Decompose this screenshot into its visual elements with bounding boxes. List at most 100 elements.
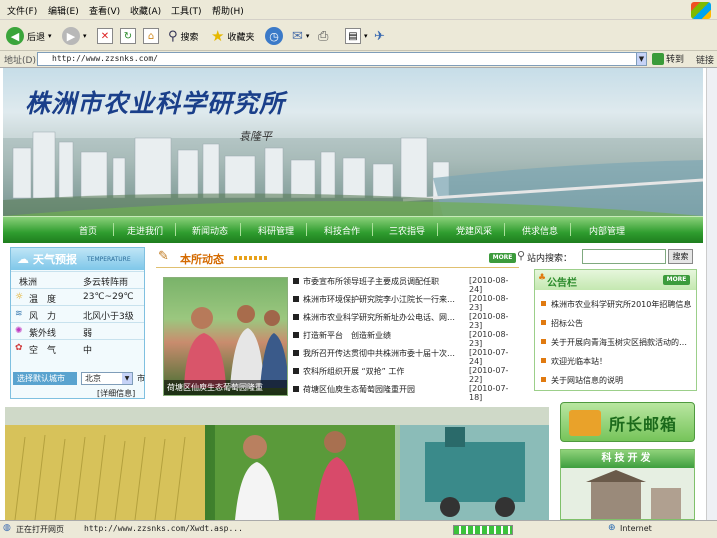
refresh-button[interactable]: ↻ — [120, 25, 136, 47]
news-photo-caption: 荷塘区仙庾生态葡萄园隆重 — [164, 380, 287, 395]
print-button[interactable]: ⎙ — [318, 25, 328, 47]
site-search-input[interactable] — [582, 249, 666, 264]
nav-supply[interactable]: 供求信息 — [522, 224, 558, 237]
news-item[interactable]: 我所召开传达贯彻中共株洲市委十届十次… [2010-07-24] — [293, 346, 520, 366]
links-button[interactable]: 链接 — [696, 53, 714, 66]
search-button[interactable]: ⚲ 搜索 — [168, 25, 199, 47]
menu-favorites[interactable]: 收藏(A) — [130, 4, 161, 17]
favorites-button[interactable]: ★ 收藏夹 — [211, 25, 254, 47]
director-mailbox-button[interactable]: 所长邮箱 — [560, 402, 695, 442]
forward-button[interactable]: ▶ ▾ — [62, 25, 87, 47]
nav-about[interactable]: 走进我们 — [127, 224, 163, 237]
nav-internal[interactable]: 内部管理 — [589, 224, 625, 237]
news-photo[interactable]: 荷塘区仙庾生态葡萄园隆重 — [163, 277, 288, 396]
farm-photo-image — [5, 407, 549, 520]
address-input[interactable]: http://www.zzsnks.com/ — [37, 52, 647, 66]
address-label: 地址(D) — [4, 56, 36, 66]
back-button[interactable]: ◀ 后退 ▾ — [6, 25, 52, 47]
news-more-button[interactable]: MORE — [489, 253, 516, 263]
weather-row: ✿ 空 气 中 — [11, 339, 144, 356]
nav-cooperation[interactable]: 科技合作 — [324, 224, 360, 237]
vertical-scrollbar[interactable] — [706, 68, 717, 520]
history-icon: ◷ — [265, 27, 283, 45]
notice-title: 公告栏 — [547, 278, 577, 289]
signature: 袁隆平 — [239, 130, 272, 143]
history-button[interactable]: ◷ — [265, 25, 283, 47]
tech-development-panel: 科技开发 — [560, 449, 695, 520]
nav-research[interactable]: 科研管理 — [258, 224, 294, 237]
notice-item[interactable]: 关于开展向青海玉树灾区捐款活动的… — [541, 334, 696, 351]
nav-party[interactable]: 党建风采 — [456, 224, 492, 237]
document-icon: ▤ — [345, 28, 361, 44]
bullet-icon — [541, 377, 546, 382]
news-item[interactable]: 市委宣布所领导班子主要成员调配任职 [2010-08-24] — [293, 274, 520, 294]
weather-condition: 多云转阵雨 — [83, 278, 129, 288]
site-banner: 株洲市农业科学研究所 袁隆平 — [3, 68, 703, 216]
back-arrow-icon: ◀ — [6, 27, 24, 45]
weather-detail-link[interactable]: [详细信息] — [97, 388, 135, 399]
stop-icon: ✕ — [97, 28, 113, 44]
people-photo-image — [184, 305, 287, 388]
bullet-icon — [293, 296, 299, 302]
search-icon: ⚲ — [517, 249, 526, 262]
menu-view[interactable]: 查看(V) — [89, 4, 120, 17]
weather-row: ☼ 温 度 23℃~29℃ — [11, 288, 144, 305]
sun-icon: ☼ — [15, 292, 24, 302]
status-text: 正在打开网页 — [16, 525, 64, 534]
pen-icon: ✎ — [158, 249, 169, 264]
notice-board: ♣ 公告栏 MORE 株洲市农业科学研究所2010年招聘信息 招标公告 关于开展… — [534, 269, 697, 391]
weather-row: ≋ 风 力 北风小于3级 — [11, 305, 144, 322]
building-photo-image — [561, 468, 694, 519]
menu-bar: 文件(F) 编辑(E) 查看(V) 收藏(A) 工具(T) 帮助(H) — [0, 0, 717, 20]
notice-item[interactable]: 关于网站信息的说明 — [541, 372, 696, 389]
bullet-icon — [541, 339, 546, 344]
edit-button[interactable]: ▤ ▾ — [345, 25, 368, 47]
feature-photo[interactable] — [5, 407, 549, 520]
uv-icon: ✺ — [15, 326, 23, 336]
site-search-button[interactable]: 搜索 — [668, 249, 693, 264]
weather-title: 天气预报 — [33, 253, 77, 266]
site-title: 株洲市农业科学研究所 — [25, 89, 286, 118]
nav-home[interactable]: 首页 — [79, 224, 97, 237]
messenger-button[interactable]: ✈ — [374, 25, 385, 47]
notice-item[interactable]: 欢迎光临本站！ — [541, 353, 696, 370]
notice-more-button[interactable]: MORE — [663, 275, 690, 285]
site-search-label: 站内搜索： — [527, 254, 573, 264]
home-button[interactable]: ⌂ — [143, 25, 159, 47]
news-item[interactable]: 株洲市农业科学研究所新址办公电话、网… [2010-08-23] — [293, 310, 520, 330]
menu-edit[interactable]: 编辑(E) — [48, 4, 79, 17]
weather-panel: ☁ 天气预报 TEMPERATURE 株洲 多云转阵雨 ☼ 温 度 23℃~29… — [10, 247, 145, 399]
menu-file[interactable]: 文件(F) — [7, 4, 37, 17]
nav-news[interactable]: 新闻动态 — [192, 224, 228, 237]
weather-title-en: TEMPERATURE — [87, 255, 131, 263]
go-arrow-icon — [652, 52, 664, 65]
weather-city-row: 株洲 多云转阵雨 — [11, 271, 144, 288]
stop-button[interactable]: ✕ — [97, 25, 113, 47]
notice-item[interactable]: 株洲市农业科学研究所2010年招聘信息 — [541, 296, 696, 313]
news-item[interactable]: 打造新平台 创造新业绩 [2010-08-23] — [293, 328, 520, 348]
wind-icon: ≋ — [15, 309, 23, 319]
loading-progress — [453, 525, 513, 535]
mail-button[interactable]: ✉ ▾ — [292, 25, 309, 47]
main-nav: 首页 走进我们 新闻动态 科研管理 科技合作 三农指导 党建风采 供求信息 内部… — [3, 216, 703, 243]
chevron-down-icon: ▼ — [122, 373, 132, 384]
news-item[interactable]: 农科所组织开展 “双抢” 工作 [2010-07-22] — [293, 364, 520, 384]
go-button[interactable]: 转到 — [652, 52, 684, 65]
forward-arrow-icon: ▶ — [62, 27, 80, 45]
search-icon: ⚲ — [168, 28, 178, 44]
address-dropdown[interactable]: ▼ — [636, 52, 647, 66]
bullet-icon — [293, 278, 299, 284]
nav-agriculture-guide[interactable]: 三农指导 — [389, 224, 425, 237]
menu-help[interactable]: 帮助(H) — [212, 4, 244, 17]
mailbox-icon — [569, 410, 601, 436]
city-select[interactable]: 北京 ▼ — [81, 372, 133, 385]
news-item[interactable]: 株洲市环境保护研究院李小江院长一行来… [2010-08-23] — [293, 292, 520, 312]
chevron-down-icon: ▾ — [364, 32, 368, 40]
chevron-down-icon: ▾ — [305, 32, 310, 40]
news-item[interactable]: 荷塘区仙庾生态葡萄园隆重开园 [2010-07-18] — [293, 382, 520, 402]
bullet-icon — [293, 368, 299, 374]
notice-item[interactable]: 招标公告 — [541, 315, 696, 332]
notice-header: ♣ 公告栏 MORE — [535, 270, 696, 290]
bullet-icon — [293, 332, 299, 338]
menu-tools[interactable]: 工具(T) — [171, 4, 202, 17]
